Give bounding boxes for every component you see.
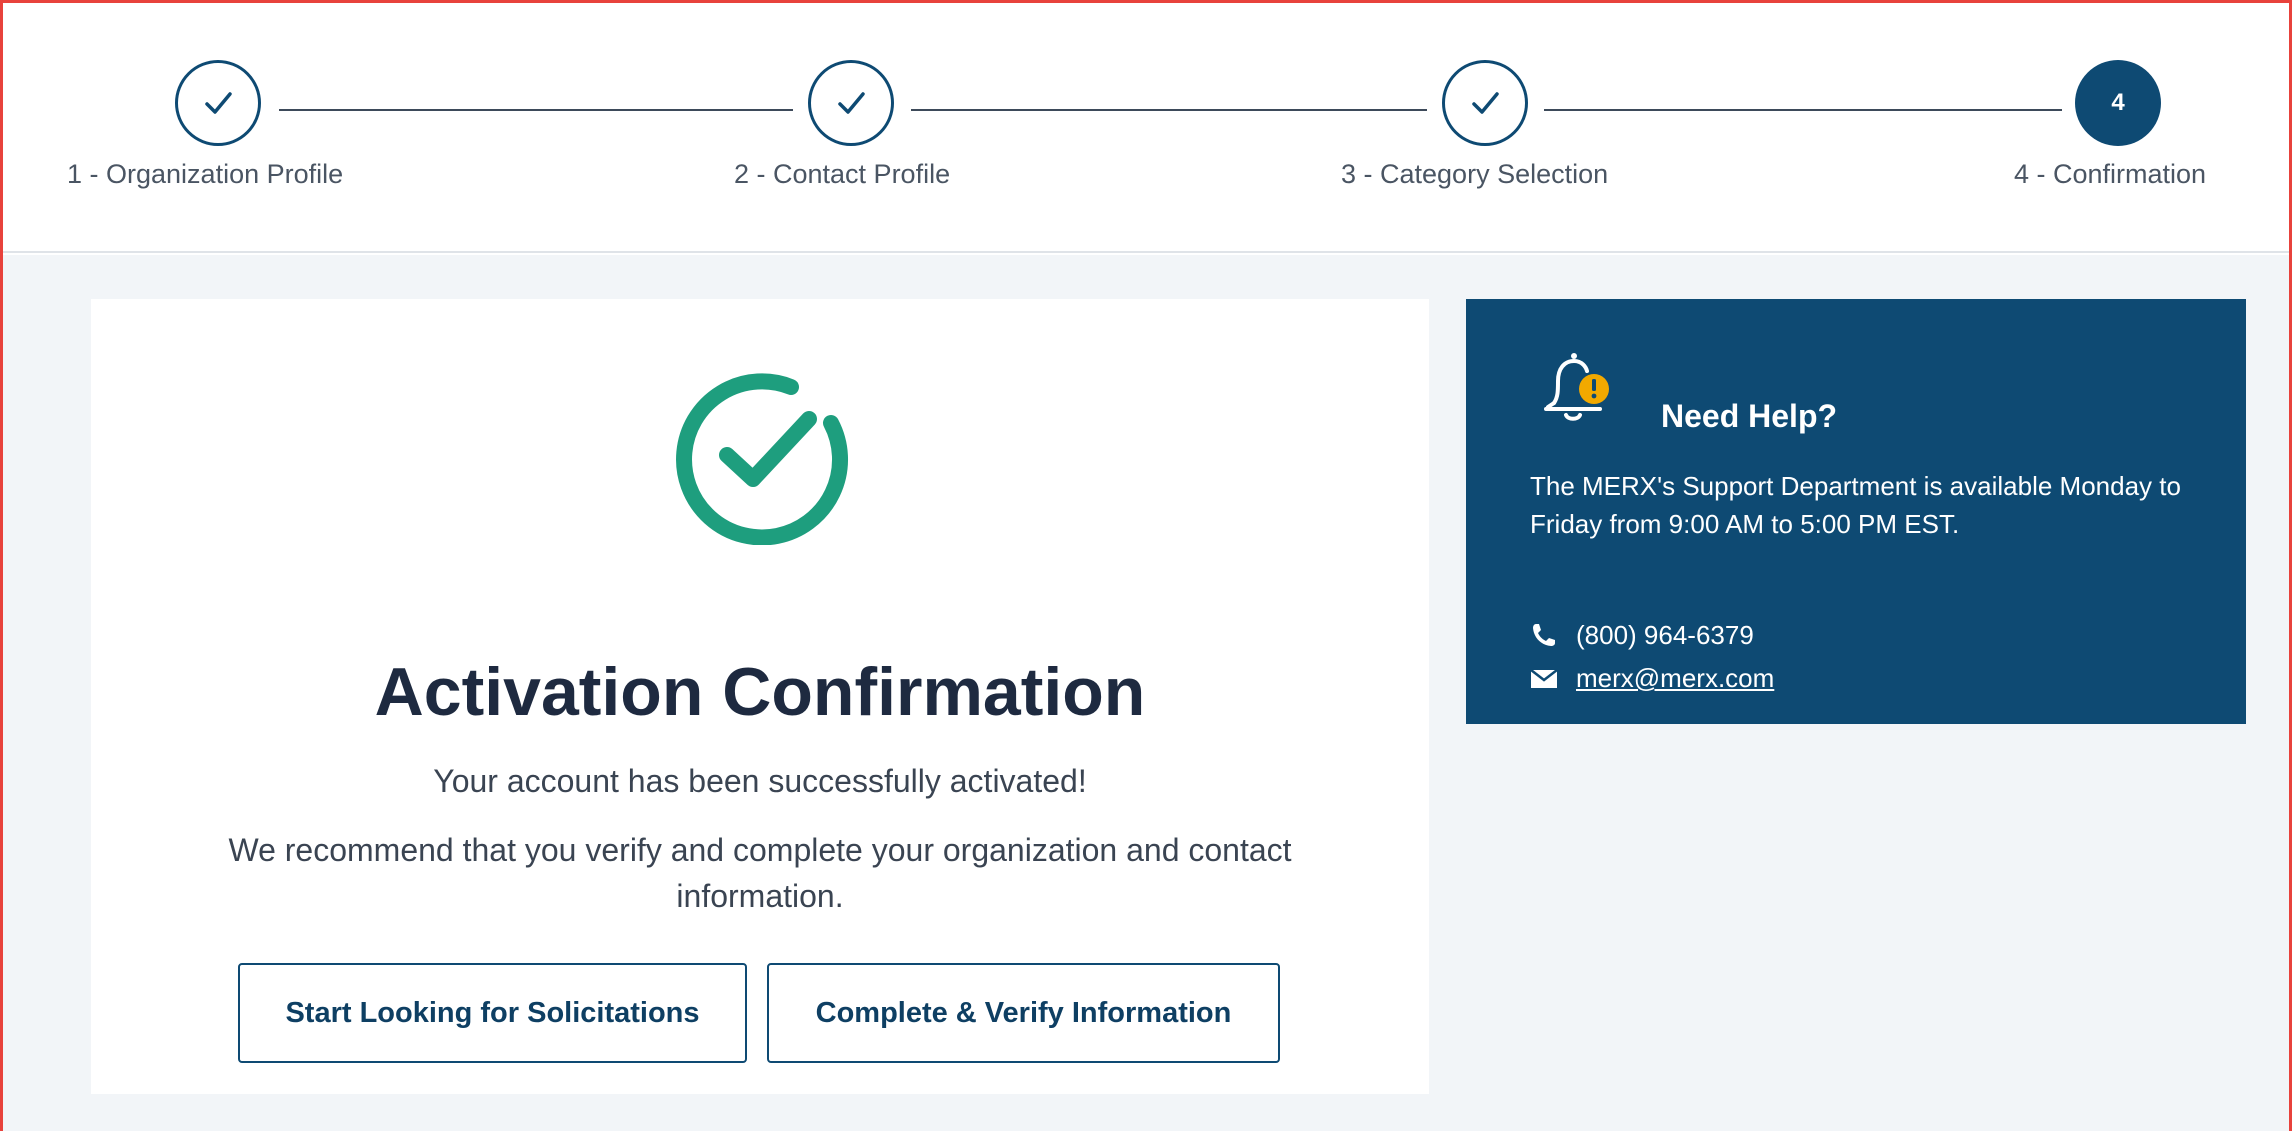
help-phone: (800) 964-6379 (1576, 620, 1754, 650)
progress-stepper: 4 1 - Organization Profile 2 - Contact P… (3, 3, 2289, 253)
help-title: Need Help? (1661, 398, 1838, 434)
check-icon (205, 92, 232, 114)
success-message: Your account has been successfully activ… (433, 763, 1087, 799)
step-label-contact-profile: 2 - Contact Profile (734, 159, 951, 189)
step-2-completed[interactable] (808, 60, 894, 146)
complete-verify-information-button[interactable]: Complete & Verify Information (767, 963, 1280, 1063)
step-connector (279, 109, 793, 111)
mail-icon (1530, 669, 1558, 688)
confirmation-card: Activation Confirmation Your account has… (91, 299, 1429, 1094)
phone-icon (1533, 624, 1555, 646)
app-frame: 4 1 - Organization Profile 2 - Contact P… (0, 0, 2292, 1131)
step-label-category-selection: 3 - Category Selection (1341, 159, 1609, 189)
page-title: Activation Confirmation (374, 654, 1146, 730)
main-content: Activation Confirmation Your account has… (3, 255, 2289, 1131)
step-label-organization-profile: 1 - Organization Profile (67, 159, 344, 189)
check-circle-icon (676, 373, 849, 545)
start-looking-for-solicitations-button[interactable]: Start Looking for Solicitations (238, 963, 747, 1063)
help-email-link[interactable]: merx@merx.com (1576, 663, 1774, 694)
step-3-completed[interactable] (1442, 60, 1528, 146)
check-icon (838, 92, 865, 114)
step-4-active: 4 (2075, 60, 2161, 146)
check-icon (1472, 92, 1499, 114)
help-text: The MERX's Support Department is availab… (1530, 471, 2181, 539)
step-connector (1544, 109, 2062, 111)
step-number: 4 (2111, 89, 2125, 116)
step-label-confirmation: 4 - Confirmation (2014, 159, 2207, 189)
step-connector (911, 109, 1427, 111)
recommendation-message: We recommend that you verify and complet… (228, 832, 1292, 914)
bell-alert-icon (1544, 353, 1609, 421)
help-panel: Need Help? The MERX's Support Department… (1466, 299, 2246, 724)
step-1-completed[interactable] (175, 60, 261, 146)
